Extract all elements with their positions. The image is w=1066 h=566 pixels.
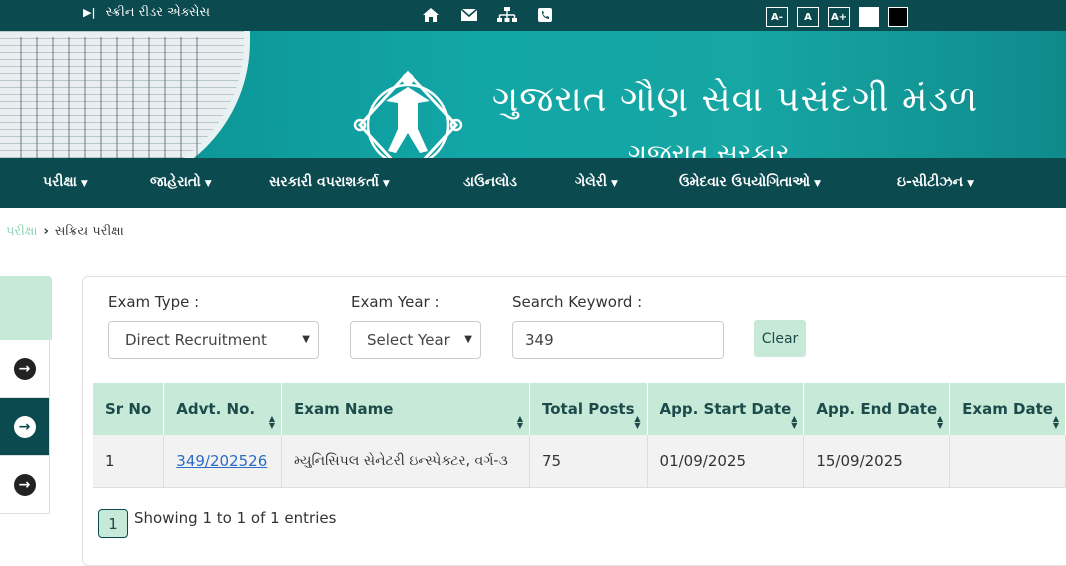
nav-item-advertisements[interactable]: જાહેરાતો ▼ xyxy=(150,174,212,190)
theme-dark-button[interactable] xyxy=(888,7,908,27)
arrow-right-circle-icon: → xyxy=(13,415,36,438)
top-bar: ▶| સ્ક્રીન રીડર એક્સેસ A- A A+ xyxy=(0,0,1066,31)
home-icon[interactable] xyxy=(421,6,441,24)
nav-item-candidate-utilities[interactable]: ઉમેદવાર ઉપયોગિતાઓ ▼ xyxy=(679,174,821,190)
col-advt-no[interactable]: Advt. No. ▲ ▼ xyxy=(163,383,283,435)
chevron-down-icon: ▼ xyxy=(814,179,822,189)
chevron-down-icon: ▼ xyxy=(382,179,390,189)
nav-item-gallery[interactable]: ગેલેરી ▼ xyxy=(575,174,618,190)
chevron-down-icon: ▼ xyxy=(302,334,310,345)
phone-icon[interactable] xyxy=(535,6,555,24)
sort-icon: ▲ ▼ xyxy=(516,414,523,430)
arrow-right-circle-icon: → xyxy=(13,473,36,496)
play-icon: ▶| xyxy=(83,6,96,19)
chevron-down-icon: ▼ xyxy=(967,179,975,189)
banner-subtitle: ગુજરાત સરકાર xyxy=(628,139,790,158)
col-total-posts[interactable]: Total Posts ▲ ▼ xyxy=(529,383,648,435)
side-nav-button-2[interactable]: → xyxy=(0,398,50,456)
breadcrumb: પરીક્ષા › સક્રિય પરીક્ષા xyxy=(6,224,124,239)
gsssb-logo-icon[interactable] xyxy=(352,67,464,158)
sort-icon: ▲ ▼ xyxy=(268,414,276,430)
chevron-down-icon: ▼ xyxy=(80,179,88,189)
nav-item-government-users[interactable]: સરકારી વપરાશકર્તા ▼ xyxy=(269,174,390,190)
main-nav: પરીક્ષા ▼ જાહેરાતો ▼ સરકારી વપરાશકર્તા ▼ ડા… xyxy=(0,158,1066,208)
cell-exam-date xyxy=(949,435,1066,488)
chevron-down-icon: ▼ xyxy=(462,334,472,345)
header-banner: ગુજરાત ગૌણ સેવા પસંદગી મંડળ ગુજરાત સરકાર xyxy=(0,31,1066,158)
font-increase-button[interactable]: A+ xyxy=(828,7,850,27)
side-nav-button-3[interactable]: → xyxy=(0,456,50,514)
sitemap-icon[interactable] xyxy=(497,6,517,24)
banner-title: ગુજરાત ગૌણ સેવા પસંદગી મંડળ xyxy=(492,79,979,120)
font-size-controls: A- A A+ xyxy=(766,7,908,27)
cell-app-end-date: 15/09/2025 xyxy=(803,435,951,488)
exam-year-label: Exam Year : xyxy=(351,293,440,311)
cell-sr-no: 1 xyxy=(93,435,165,488)
banner-photo xyxy=(0,31,250,158)
cell-exam-name: મ્યુનિસિપલ સેનેટરી ઇન્સ્પેક્ટર, વર્ગ-૩ xyxy=(281,435,530,488)
nav-item-download[interactable]: ડાઉનલોડ xyxy=(463,174,517,190)
breadcrumb-current: સક્રિય પરીક્ષા xyxy=(54,224,124,239)
exam-table: Sr No Advt. No. ▲ ▼ Exam Name ▲ ▼ Total Post… xyxy=(93,383,1066,488)
nav-item-exam[interactable]: પરીક્ષા ▼ xyxy=(43,174,88,190)
search-keyword-input[interactable]: 349 xyxy=(512,321,724,359)
sort-icon: ▲ ▼ xyxy=(791,414,798,430)
col-exam-date[interactable]: Exam Date ▲ ▼ xyxy=(949,383,1066,435)
sort-icon: ▲ ▼ xyxy=(634,414,641,430)
sort-icon: ▲ ▼ xyxy=(1052,414,1059,430)
envelope-icon[interactable] xyxy=(459,6,479,24)
col-exam-name[interactable]: Exam Name ▲ ▼ xyxy=(281,383,530,435)
search-keyword-label: Search Keyword : xyxy=(512,293,643,311)
side-panel: → → → xyxy=(0,276,52,516)
theme-light-button[interactable] xyxy=(859,7,879,27)
screen-reader-label: સ્ક્રીન રીડર એક્સેસ xyxy=(105,5,211,20)
arrow-right-circle-icon: → xyxy=(13,357,36,380)
advt-link[interactable]: 349/202526 xyxy=(176,452,267,470)
sort-icon: ▲ ▼ xyxy=(937,414,944,430)
font-decrease-button[interactable]: A- xyxy=(766,7,788,27)
side-panel-header xyxy=(0,276,52,340)
table-header-row: Sr No Advt. No. ▲ ▼ Exam Name ▲ ▼ Total Post… xyxy=(93,383,1066,435)
chevron-down-icon: ▼ xyxy=(204,179,212,189)
exam-year-select[interactable]: Select Year ▼ xyxy=(350,321,481,359)
exam-type-select[interactable]: Direct Recruitment ▼ xyxy=(108,321,319,359)
exam-type-label: Exam Type : xyxy=(108,293,200,311)
chevron-down-icon: ▼ xyxy=(611,179,618,189)
side-nav-button-1[interactable]: → xyxy=(0,340,50,398)
cell-app-start-date: 01/09/2025 xyxy=(647,435,805,488)
table-row: 1 349/202526 મ્યુનિસિપલ સેનેટરી ઇન્સ્પેક… xyxy=(93,435,1066,488)
col-sr-no[interactable]: Sr No xyxy=(93,383,165,435)
cell-advt-no: 349/202526 xyxy=(163,435,283,488)
pagination-page-1[interactable]: 1 xyxy=(98,509,128,538)
screen-reader-link[interactable]: ▶| સ્ક્રીન રીડર એક્સેસ xyxy=(83,5,210,20)
clear-button[interactable]: Clear xyxy=(754,320,806,357)
pagination-info: Showing 1 to 1 of 1 entries xyxy=(134,509,337,527)
nav-item-e-citizen[interactable]: ઇ-સીટીઝન ▼ xyxy=(897,174,974,190)
col-app-end-date[interactable]: App. End Date ▲ ▼ xyxy=(803,383,951,435)
chevron-right-icon: › xyxy=(43,224,49,239)
breadcrumb-exam-link[interactable]: પરીક્ષા xyxy=(6,224,38,239)
top-icons xyxy=(421,6,555,24)
font-normal-button[interactable]: A xyxy=(797,7,819,27)
cell-total-posts: 75 xyxy=(529,435,648,488)
col-app-start-date[interactable]: App. Start Date ▲ ▼ xyxy=(647,383,805,435)
